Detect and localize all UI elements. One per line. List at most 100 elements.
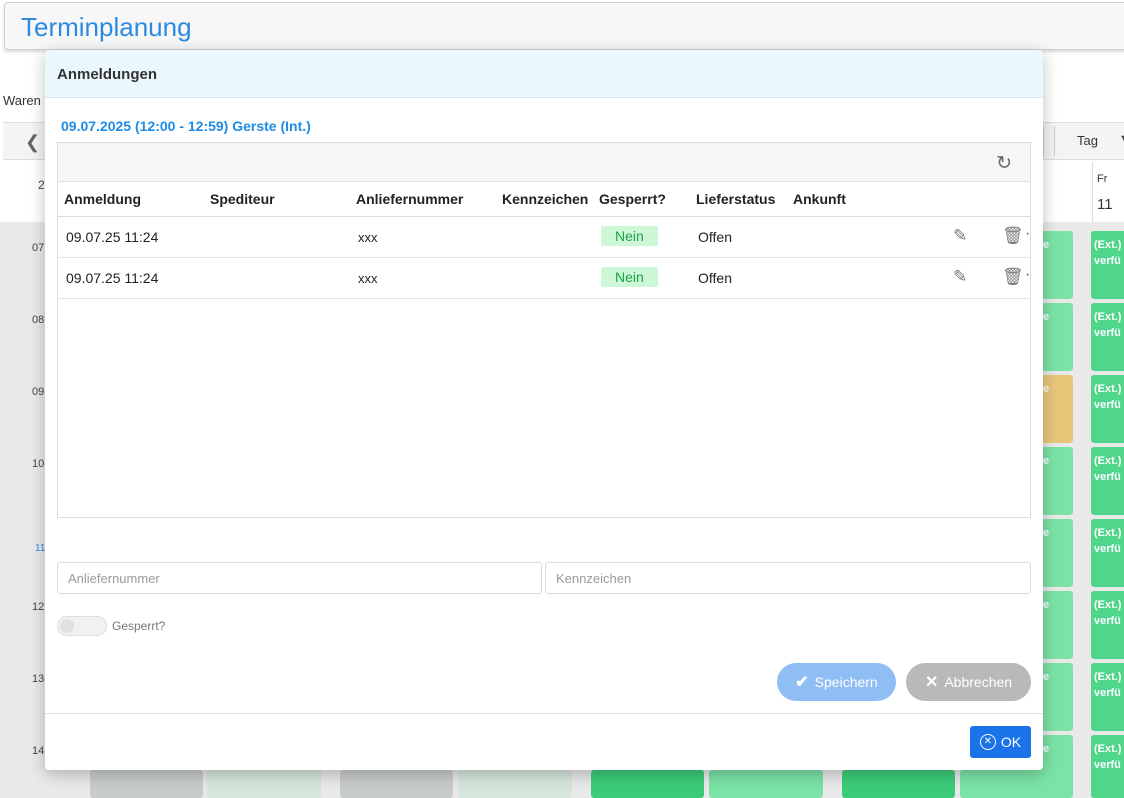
slot-text: (Ext.) (1094, 455, 1122, 467)
slot-text: verfü (1094, 759, 1121, 771)
calendar-slot[interactable]: (Ext.) verfü (1091, 303, 1124, 371)
calendar-slot[interactable] (340, 770, 453, 798)
slot-text: (Ext.) (1094, 599, 1122, 611)
calendar-slot[interactable]: e (1040, 591, 1073, 659)
hour-label: 10 (32, 458, 45, 470)
grid-toolbar: ↻ (58, 143, 1030, 182)
background-label: Waren (3, 93, 41, 108)
slot-title: 09.07.2025 (12:00 - 12:59) Gerste (Int.) (61, 118, 311, 134)
dialog-header: Anmeldungen (45, 50, 1043, 98)
status-badge: Nein (601, 226, 658, 246)
more-icon[interactable]: · (1025, 266, 1030, 284)
calendar-slot[interactable]: e (1040, 231, 1073, 299)
slot-text: e (1043, 527, 1050, 539)
calendar-slot[interactable]: e (1040, 303, 1073, 371)
toggle-knob (60, 619, 74, 633)
calendar-slot[interactable] (842, 770, 955, 798)
anliefernummer-input[interactable] (57, 562, 542, 594)
registrations-dialog: Anmeldungen 09.07.2025 (12:00 - 12:59) G… (45, 50, 1043, 770)
slot-text: verfü (1094, 543, 1121, 555)
calendar-slot[interactable]: (Ext.) verfü (1091, 447, 1124, 515)
cell-lieferstatus: Offen (698, 270, 732, 286)
save-label: Speichern (814, 674, 878, 690)
column-header-gesperrt[interactable]: Gesperrt? (599, 191, 666, 207)
hour-label: 12 (32, 601, 45, 613)
column-header-kennzeichen[interactable]: Kennzeichen (502, 191, 588, 207)
trash-icon[interactable]: 🗑 (1002, 267, 1024, 287)
pencil-icon[interactable]: ✎ (953, 226, 967, 246)
column-header-ankunft[interactable]: Ankunft (793, 191, 846, 207)
circle-x-icon: ✕ (979, 734, 996, 750)
toolbar-divider (1043, 126, 1044, 156)
slot-text: verfü (1094, 615, 1121, 627)
chevron-down-icon[interactable]: ▼ (1119, 133, 1124, 145)
dialog-footer (45, 713, 1043, 770)
slot-text: e (1043, 599, 1050, 611)
column-header-lieferstatus[interactable]: Lieferstatus (696, 191, 775, 207)
cell-anliefernummer: xxx (358, 230, 378, 245)
table-row[interactable]: 09.07.25 11:24 xxx Nein Offen ✎ 🗑 · (58, 217, 1030, 258)
slot-text: e (1043, 383, 1050, 395)
calendar-slot[interactable] (207, 770, 321, 798)
close-icon: ✕ (924, 674, 939, 691)
column-header-anliefernummer[interactable]: Anliefernummer (356, 191, 463, 207)
view-select[interactable]: Tag (1077, 133, 1098, 148)
toolbar-divider (1054, 126, 1055, 156)
hour-label: 09 (32, 386, 45, 398)
calendar-slot[interactable] (458, 770, 572, 798)
slot-text: verfü (1094, 327, 1121, 339)
calendar-slot[interactable]: (Ext.) verfü (1091, 375, 1124, 443)
cell-anliefernummer: xxx (358, 271, 378, 286)
calendar-slot[interactable]: e (1040, 447, 1073, 515)
hour-label: 13 (32, 673, 45, 685)
slot-text: e (1043, 671, 1050, 683)
hour-label: 14 (32, 745, 45, 757)
calendar-slot[interactable]: (Ext.) verfü (1091, 519, 1124, 587)
slot-text: e (1043, 743, 1050, 755)
gesperrt-label: Gesperrt? (112, 619, 166, 633)
calendar-slot[interactable]: (Ext.) verfü (1091, 735, 1124, 798)
hour-label: 08 (32, 314, 45, 326)
check-icon: ✔ (795, 674, 809, 691)
cell-lieferstatus: Offen (698, 229, 732, 245)
slot-text: verfü (1094, 687, 1121, 699)
slot-text: (Ext.) (1094, 527, 1122, 539)
pencil-icon[interactable]: ✎ (953, 267, 967, 287)
more-icon[interactable]: · (1025, 225, 1030, 243)
hour-label: 11 (35, 543, 46, 554)
slot-text: (Ext.) (1094, 239, 1122, 251)
slot-text: e (1043, 455, 1050, 467)
calendar-slot[interactable]: e (1040, 375, 1073, 443)
save-button[interactable]: ✔ Speichern (777, 663, 896, 701)
calendar-slot[interactable]: e (1040, 663, 1073, 731)
slot-text: verfü (1094, 399, 1121, 411)
calendar-slot[interactable] (591, 770, 704, 798)
table-row[interactable]: 09.07.25 11:24 xxx Nein Offen ✎ 🗑 · (58, 258, 1030, 299)
column-header-spediteur[interactable]: Spediteur (210, 191, 275, 207)
calendar-slot[interactable]: (Ext.) verfü (1091, 663, 1124, 731)
cancel-button[interactable]: ✕ Abbrechen (906, 663, 1031, 701)
calendar-slot[interactable]: (Ext.) verfü (1091, 591, 1124, 659)
app-title: Terminplanung (21, 12, 192, 42)
ok-button[interactable]: ✕ OK (970, 726, 1031, 758)
column-header-anmeldung[interactable]: Anmeldung (64, 191, 141, 207)
calendar-slot[interactable]: e (1040, 519, 1073, 587)
gesperrt-toggle[interactable] (57, 616, 107, 636)
chevron-left-icon[interactable]: ❮ (25, 132, 40, 153)
slot-text: (Ext.) (1094, 671, 1122, 683)
refresh-icon[interactable]: ↻ (996, 152, 1012, 175)
day-header (1092, 162, 1124, 222)
trash-icon[interactable]: 🗑 (1002, 226, 1024, 246)
calendar-slot[interactable] (90, 770, 203, 798)
slot-text: e (1043, 311, 1050, 323)
grid-header: Anmeldung Spediteur Anliefernummer Kennz… (58, 182, 1030, 217)
calendar-slot[interactable] (709, 770, 823, 798)
cancel-label: Abbrechen (944, 674, 1013, 690)
calendar-slot[interactable] (960, 770, 1070, 798)
slot-text: verfü (1094, 471, 1121, 483)
slot-text: e (1043, 239, 1050, 251)
calendar-slot[interactable]: (Ext.) verfü (1091, 231, 1124, 299)
registrations-grid: ↻ Anmeldung Spediteur Anliefernummer Ken… (57, 142, 1031, 518)
slot-text: (Ext.) (1094, 743, 1122, 755)
kennzeichen-input[interactable] (545, 562, 1031, 594)
